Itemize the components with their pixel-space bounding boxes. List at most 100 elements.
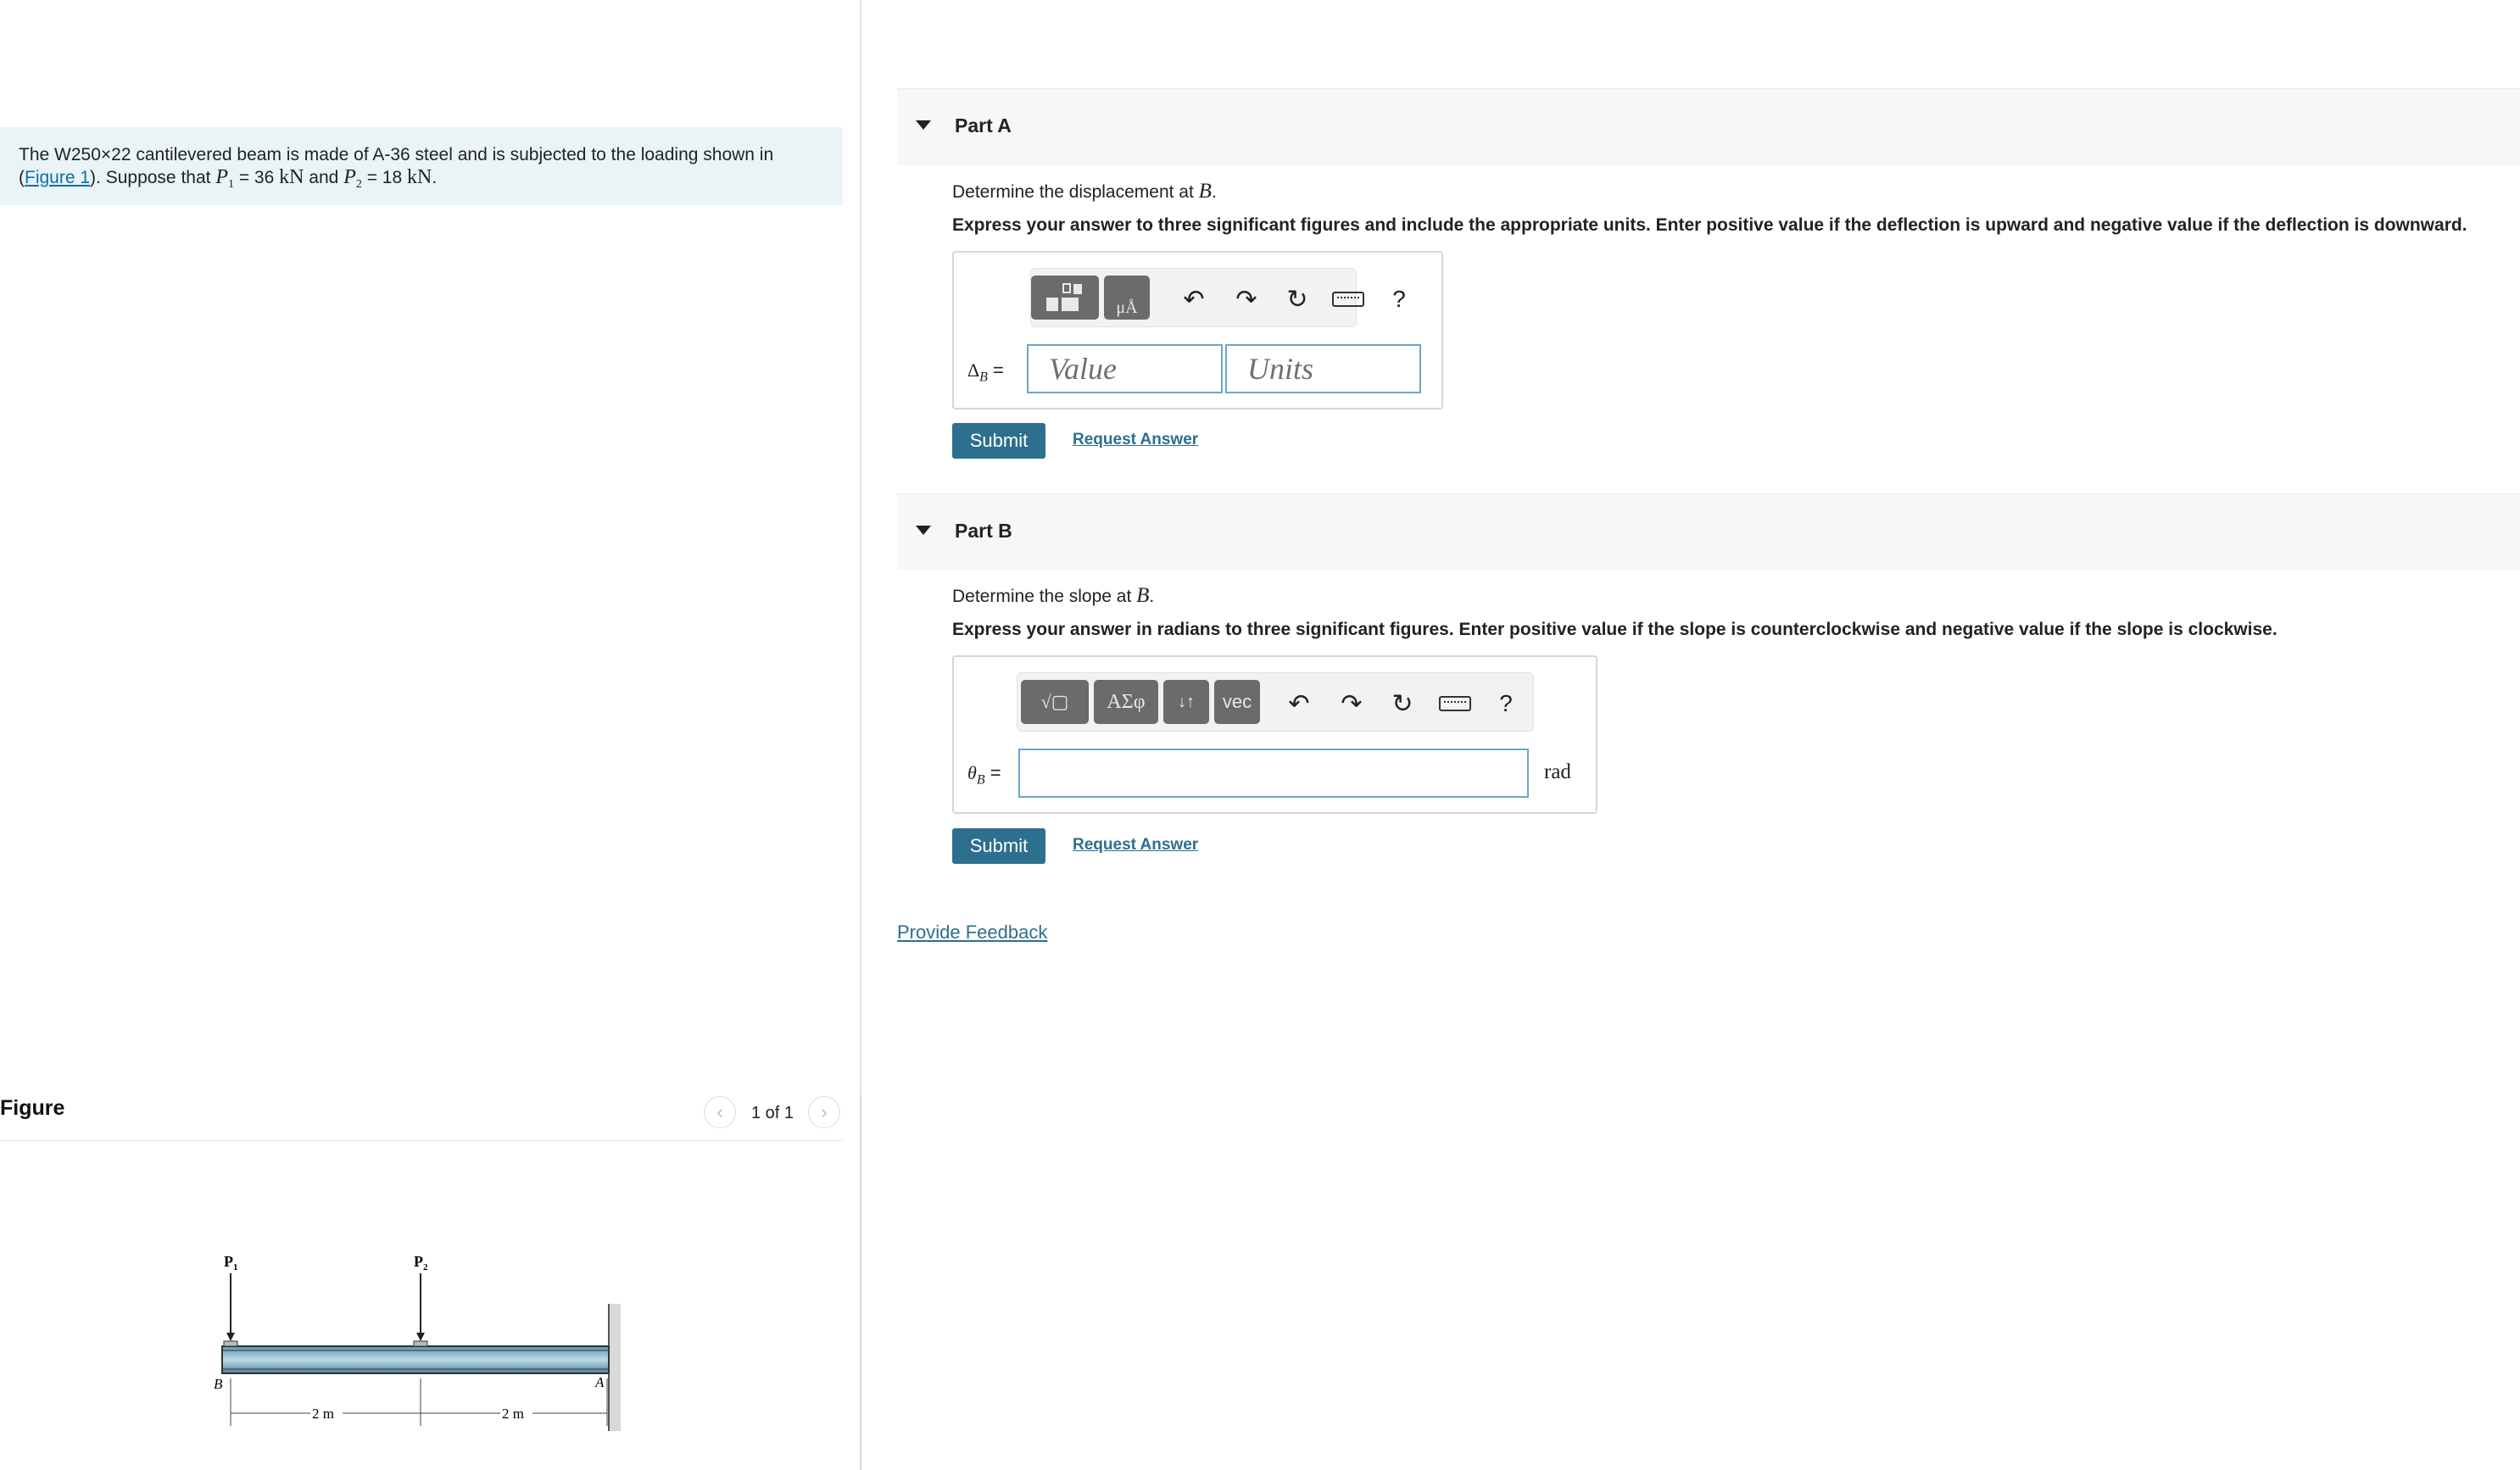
reset-button[interactable]: ↻ xyxy=(1385,687,1419,721)
undo-icon: ↶ xyxy=(1288,689,1310,718)
redo-button[interactable]: ↷ xyxy=(1229,282,1263,316)
p1-subscript: 1 xyxy=(227,178,234,192)
redo-button[interactable]: ↷ xyxy=(1335,687,1369,721)
delta-subscript: B xyxy=(979,370,988,385)
part-a-instructions: Express your answer to three significant… xyxy=(952,215,2467,235)
undo-button[interactable]: ↶ xyxy=(1282,687,1316,721)
kn-unit: kN xyxy=(279,166,304,188)
units-button[interactable]: μÅ xyxy=(1104,276,1150,320)
part-b-question-end: . xyxy=(1149,587,1155,606)
problem-text: The W250 xyxy=(19,145,101,164)
part-a-question-text: Determine the displacement at xyxy=(952,182,1199,202)
greek-symbols-button[interactable]: ΑΣφ xyxy=(1094,680,1158,724)
equals-sign: = xyxy=(987,359,1004,381)
chevron-left-icon: ‹ xyxy=(716,1101,723,1122)
p1-label: P1 xyxy=(224,1253,238,1272)
keyboard-icon xyxy=(1332,292,1364,307)
units-input[interactable] xyxy=(1225,344,1421,393)
part-b-question-var: B xyxy=(1136,584,1150,607)
units-icon: μÅ xyxy=(1116,298,1138,317)
p1-value: = 36 xyxy=(233,168,280,187)
redo-icon: ↷ xyxy=(1235,285,1257,314)
keyboard-button[interactable] xyxy=(1331,282,1365,316)
p2-value: = 18 xyxy=(361,168,407,187)
p1-symbol: P xyxy=(215,166,228,188)
templates-button[interactable]: √▢ xyxy=(1021,680,1089,724)
part-a-header[interactable]: Part A xyxy=(897,88,2520,165)
p2-label: P2 xyxy=(414,1253,428,1272)
figure-counter: 1 of 1 xyxy=(751,1104,794,1122)
problem-end: . xyxy=(432,168,438,187)
arrowhead-p1 xyxy=(226,1333,235,1341)
kn-unit-2: kN xyxy=(407,166,432,188)
problem-statement: The W250×22 cantilevered beam is made of… xyxy=(0,127,843,205)
point-b-label: B xyxy=(214,1376,223,1392)
provide-feedback-link[interactable]: Provide Feedback xyxy=(897,922,1047,944)
part-b-submit-button[interactable]: Submit xyxy=(952,828,1045,864)
equals-sign: = xyxy=(984,762,1001,783)
vector-icon: vec xyxy=(1222,691,1252,712)
greek-symbols-icon: ΑΣφ xyxy=(1107,690,1146,713)
keyboard-icon xyxy=(1439,696,1471,711)
fixed-wall xyxy=(609,1304,621,1431)
sqrt-template-icon: √▢ xyxy=(1040,691,1069,712)
figure-title: Figure xyxy=(0,1096,65,1120)
redo-icon: ↷ xyxy=(1341,689,1363,718)
vector-button[interactable]: vec xyxy=(1214,680,1260,724)
templates-button[interactable] xyxy=(1031,276,1099,320)
problem-and: and xyxy=(304,168,344,187)
dim-label-1: 2 m xyxy=(312,1406,334,1422)
part-a-answer-box: μÅ ↶ ↷ ↻ ? ΔB = xyxy=(952,251,1443,409)
part-a-title: Part A xyxy=(955,114,1012,136)
load-plate-2 xyxy=(413,1340,428,1347)
templates-icon xyxy=(1046,283,1082,311)
part-a-math-toolbar: μÅ ↶ ↷ ↻ ? xyxy=(1030,268,1406,327)
delta-b-label: ΔB = xyxy=(967,359,1004,385)
p2-subscript: 2 xyxy=(355,178,362,192)
help-icon: ? xyxy=(1499,690,1513,716)
figure-link[interactable]: Figure 1 xyxy=(25,168,90,187)
reset-icon: ↻ xyxy=(1391,689,1413,718)
figure-next-button[interactable]: › xyxy=(808,1096,840,1128)
pane-divider-accent xyxy=(860,1094,861,1470)
theta-b-label: θB = xyxy=(967,762,1001,788)
dim-label-2: 2 m xyxy=(502,1406,524,1422)
caret-down-icon xyxy=(916,120,931,130)
help-button[interactable]: ? xyxy=(1489,687,1523,721)
reset-button[interactable]: ↻ xyxy=(1280,282,1314,316)
reset-icon: ↻ xyxy=(1286,285,1308,314)
figure-divider xyxy=(0,1140,843,1141)
delta-symbol: Δ xyxy=(967,359,980,381)
left-pane: The W250×22 cantilevered beam is made of… xyxy=(0,0,860,1470)
part-a-question-end: . xyxy=(1211,182,1217,202)
caret-down-icon xyxy=(916,526,931,535)
arrows-icon: ↓↑ xyxy=(1178,692,1195,711)
theta-symbol: θ xyxy=(967,762,977,783)
slope-input[interactable] xyxy=(1018,749,1529,798)
part-a-request-answer-link[interactable]: Request Answer xyxy=(1073,431,1198,449)
p2-symbol: P xyxy=(343,166,356,188)
figure-prev-button[interactable]: ‹ xyxy=(704,1096,736,1128)
theta-subscript: B xyxy=(976,772,985,788)
rad-unit-label: rad xyxy=(1544,760,1571,783)
value-input[interactable] xyxy=(1027,344,1223,393)
help-button[interactable]: ? xyxy=(1382,282,1416,316)
part-b-question-text: Determine the slope at xyxy=(952,587,1137,606)
part-b-instructions: Express your answer in radians to three … xyxy=(952,620,2277,639)
part-a-question: Determine the displacement at B. xyxy=(952,180,1217,203)
times-sign: × xyxy=(100,145,112,164)
part-b-answer-box: √▢ ΑΣφ ↓↑ vec ↶ ↷ ↻ ? θB = rad xyxy=(952,655,1597,814)
load-plate-1 xyxy=(223,1340,238,1347)
arrowhead-p2 xyxy=(416,1333,425,1341)
beam-figure: P1 P2 B A 2 m 2 m xyxy=(214,1253,621,1431)
undo-button[interactable]: ↶ xyxy=(1177,282,1211,316)
chevron-right-icon: › xyxy=(821,1101,828,1122)
part-b-header[interactable]: Part B xyxy=(897,493,2520,571)
part-b-request-answer-link[interactable]: Request Answer xyxy=(1073,836,1198,855)
subscript-button[interactable]: ↓↑ xyxy=(1163,680,1209,724)
part-b-math-toolbar: √▢ ΑΣφ ↓↑ vec ↶ ↷ ↻ ? xyxy=(1017,672,1534,732)
part-a-question-var: B xyxy=(1198,180,1212,203)
undo-icon: ↶ xyxy=(1183,285,1205,314)
keyboard-button[interactable] xyxy=(1438,687,1472,721)
part-a-submit-button[interactable]: Submit xyxy=(952,423,1045,459)
